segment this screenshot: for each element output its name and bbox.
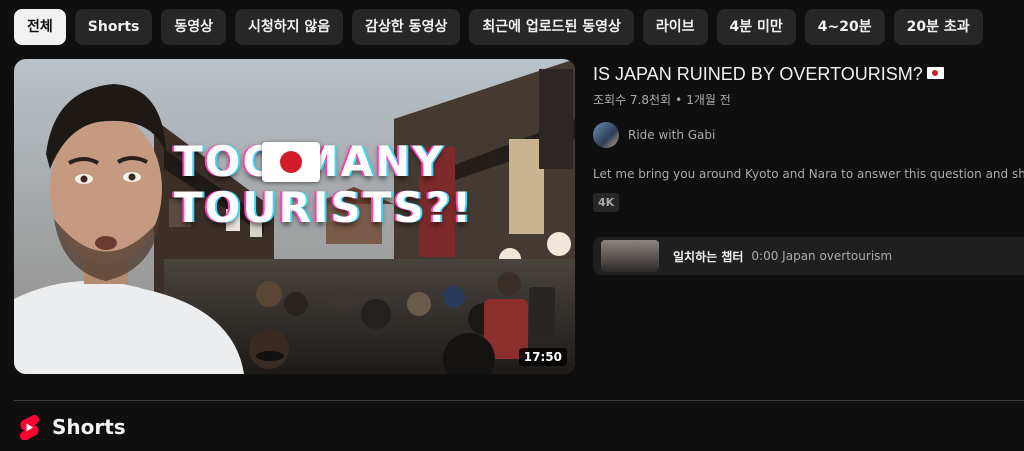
chip-unwatched[interactable]: 시청하지 않음 <box>235 9 344 45</box>
video-title: IS JAPAN RUINED BY OVERTOURISM? <box>593 64 923 84</box>
matching-chapter-link[interactable]: 일치하는 챕터 0:00 Japan overtourism <box>593 237 1024 275</box>
video-thumbnail[interactable]: TOO MANY TOURISTS?! 17:50 <box>14 59 575 374</box>
chip-4-to-20-min[interactable]: 4~20분 <box>804 9 885 45</box>
video-info: IS JAPAN RUINED BY OVERTOURISM? 조회수 7.8천… <box>593 62 1024 212</box>
channel-link[interactable]: Ride with Gabi <box>593 122 1024 148</box>
quality-badge: 4K <box>593 193 620 212</box>
video-metadata: 조회수 7.8천회 • 1개월 전 <box>593 91 1024 108</box>
video-description-snippet: Let me bring you around Kyoto and Nara t… <box>593 167 1024 181</box>
shorts-logo-icon <box>19 415 39 440</box>
shorts-section-header: Shorts <box>17 414 126 440</box>
chapter-time-title: 0:00 Japan overtourism <box>751 249 893 263</box>
chip-videos[interactable]: 동영상 <box>161 9 227 45</box>
section-divider <box>14 400 1024 401</box>
upload-age: 1개월 전 <box>686 93 731 107</box>
chapter-thumbnail <box>601 240 659 272</box>
japan-flag-icon <box>926 67 944 79</box>
thumbnail-headline: TOO MANY TOURISTS?! <box>174 137 474 232</box>
search-results-page: 전체 Shorts 동영상 시청하지 않음 감상한 동영상 최근에 업로드된 동… <box>0 0 1024 451</box>
chip-all[interactable]: 전체 <box>14 9 66 45</box>
meta-separator: • <box>675 93 683 107</box>
view-count: 조회수 7.8천회 <box>593 93 672 107</box>
chapter-label: 일치하는 챕터 <box>673 249 744 264</box>
chip-watched[interactable]: 감상한 동영상 <box>352 9 461 45</box>
chip-under-4-min[interactable]: 4분 미만 <box>716 9 796 45</box>
channel-name: Ride with Gabi <box>628 128 716 142</box>
duration-badge: 17:50 <box>518 348 567 366</box>
video-title-link[interactable]: IS JAPAN RUINED BY OVERTOURISM? <box>593 62 1024 86</box>
chip-recently-uploaded[interactable]: 최근에 업로드된 동영상 <box>469 9 634 45</box>
chip-over-20-min[interactable]: 20분 초과 <box>893 9 983 45</box>
chip-live[interactable]: 라이브 <box>642 9 708 45</box>
chip-shorts[interactable]: Shorts <box>74 9 153 45</box>
shorts-section-title: Shorts <box>52 415 126 439</box>
thumbnail-japan-flag-icon <box>262 142 320 182</box>
channel-avatar[interactable] <box>593 122 619 148</box>
filter-chip-bar: 전체 Shorts 동영상 시청하지 않음 감상한 동영상 최근에 업로드된 동… <box>14 9 983 45</box>
